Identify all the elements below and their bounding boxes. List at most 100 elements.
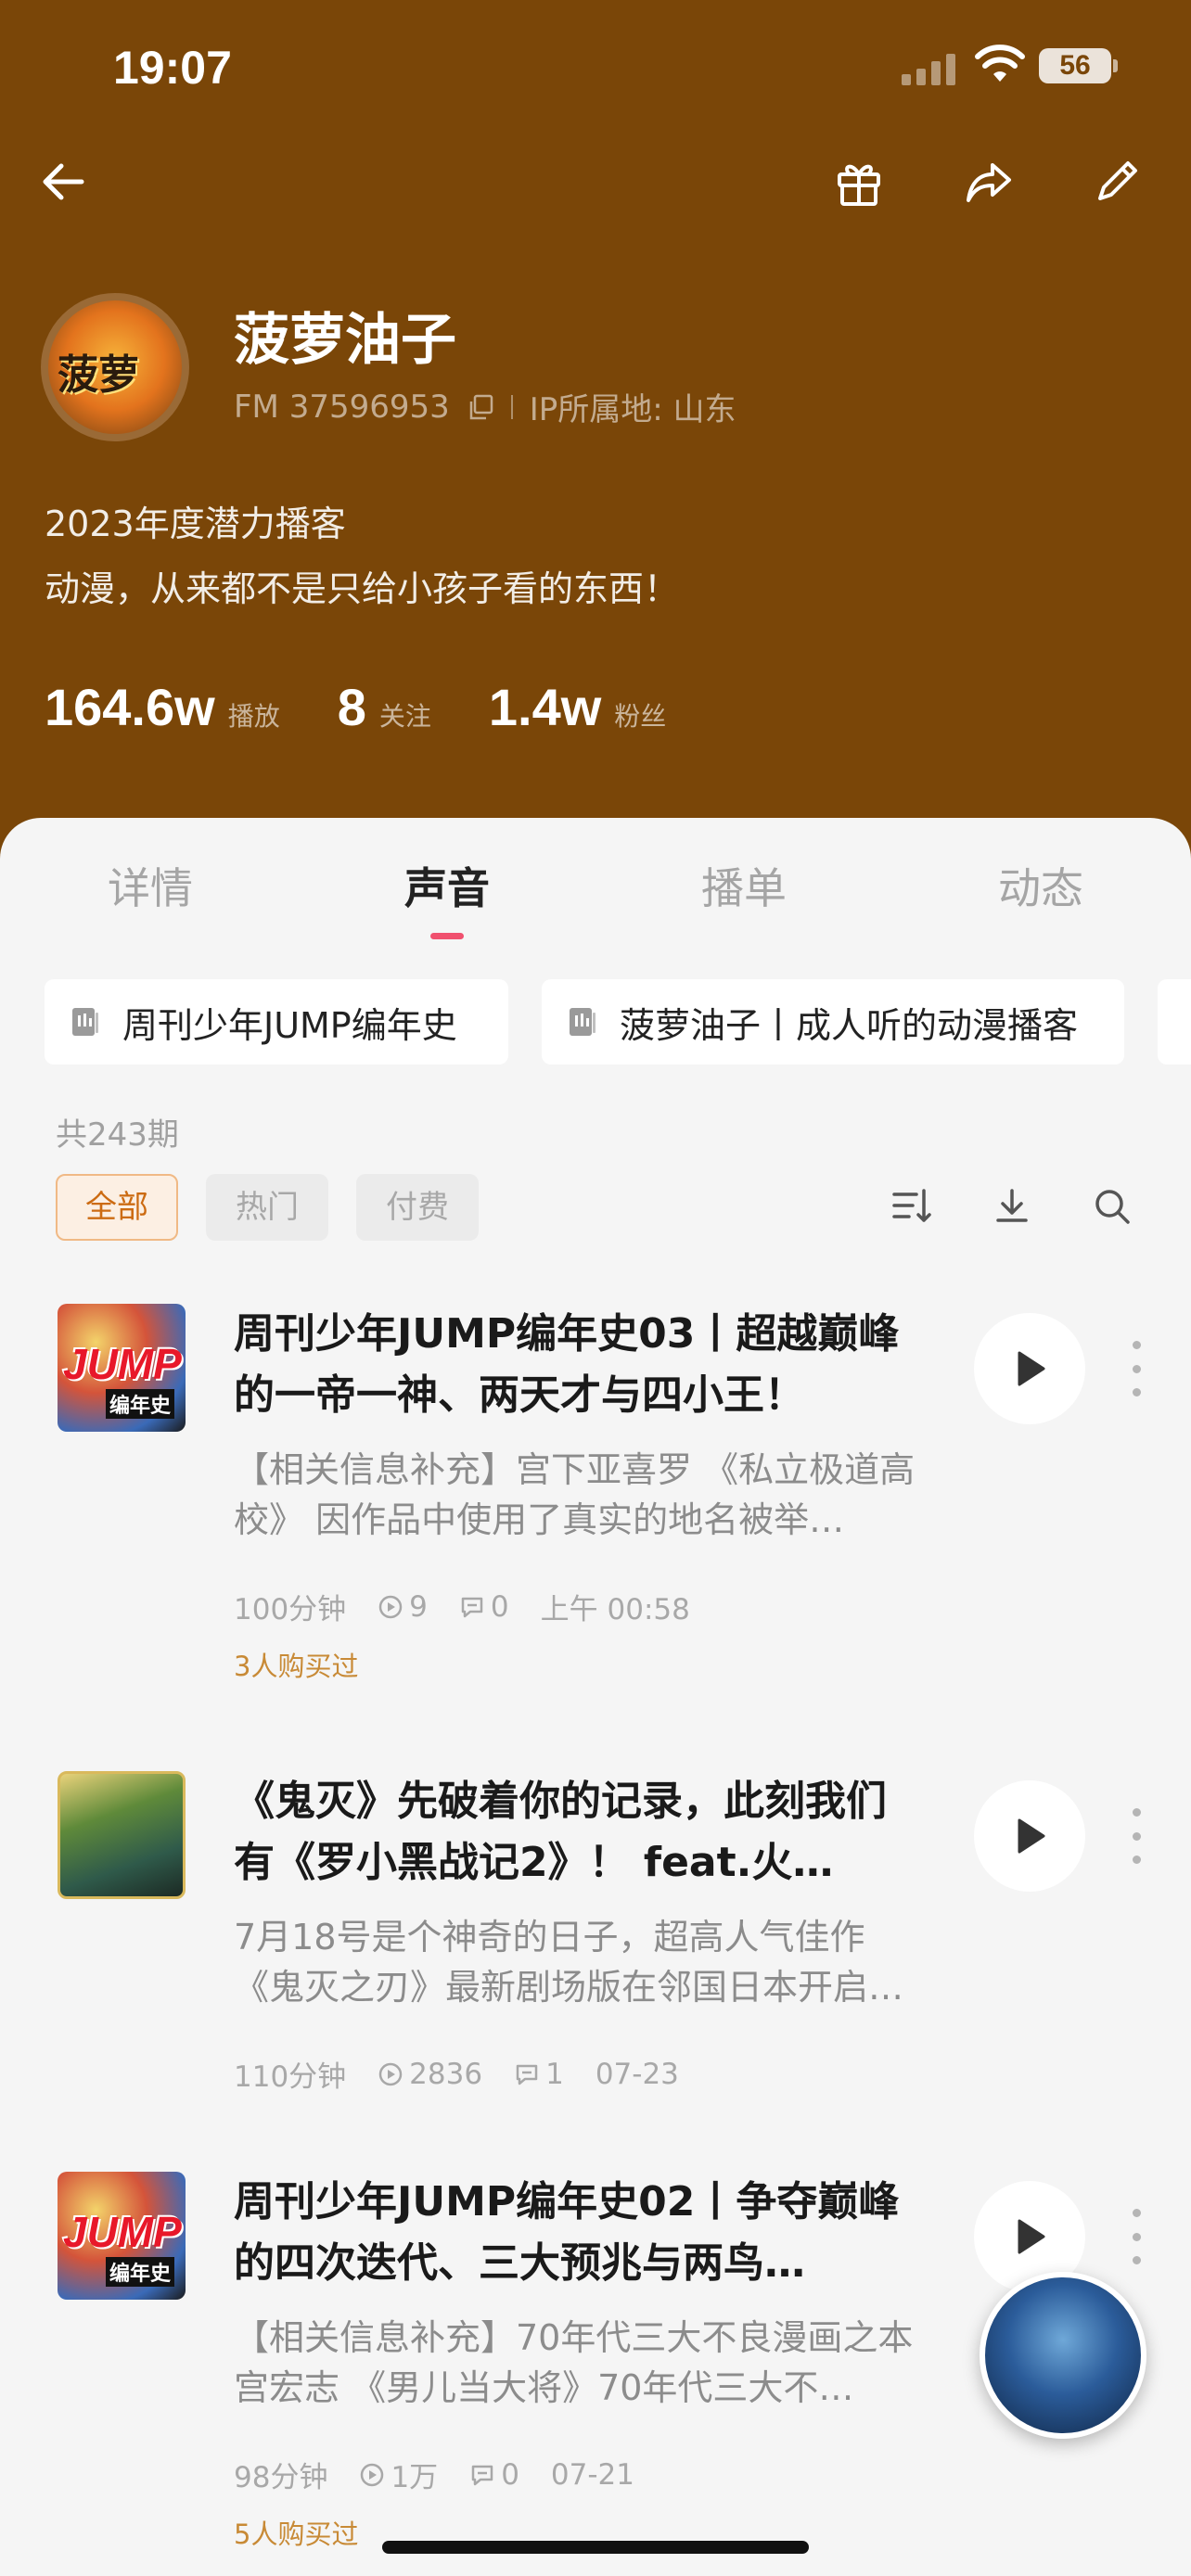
cover-subtext: 编年史 <box>106 2257 175 2287</box>
search-icon[interactable] <box>1082 1176 1143 1237</box>
edit-pencil-icon[interactable] <box>1083 148 1150 215</box>
album-chip-label: 周刊少年JUMP编年史 <box>122 1004 457 1046</box>
stat-value: 1.4w <box>488 678 602 736</box>
episode-cover[interactable]: JUMP 编年史 <box>58 1304 186 1432</box>
comment-count: 0 <box>459 1590 509 1624</box>
episode-duration: 98分钟 <box>234 2461 328 2494</box>
episode-time: 07-23 <box>595 2057 679 2091</box>
purchase-count: 5人购买过 <box>234 2519 359 2550</box>
meta-divider <box>510 394 513 419</box>
sort-icon[interactable] <box>881 1176 942 1237</box>
episode-duration: 110分钟 <box>234 2060 347 2094</box>
home-indicator <box>382 2541 809 2554</box>
battery-icon: 56 <box>1039 48 1118 83</box>
tab-playlists[interactable]: 播单 <box>651 855 837 916</box>
album-chip[interactable]: 周刊少年JUMP编年史 <box>45 979 508 1065</box>
episode-cover[interactable] <box>58 1771 186 1899</box>
comment-count: 1 <box>514 2058 564 2091</box>
share-icon[interactable] <box>955 148 1022 215</box>
play-icon <box>1018 1351 1045 1386</box>
cover-subtext: 编年史 <box>106 1389 175 1419</box>
gift-icon[interactable] <box>826 148 892 215</box>
cover-text: JUMP <box>63 2208 182 2256</box>
play-icon <box>1018 1818 1045 1854</box>
more-options-button[interactable] <box>1122 2209 1150 2264</box>
episode-duration: 100分钟 <box>234 1593 347 1626</box>
active-tab-indicator <box>430 933 464 939</box>
download-icon[interactable] <box>981 1176 1043 1237</box>
play-count-icon <box>361 2463 384 2486</box>
episode-meta: 110分钟 2836 1 07-23 <box>234 2053 711 2095</box>
stat-value: 164.6w <box>45 678 215 736</box>
stat-label: 播放 <box>227 701 280 732</box>
back-arrow-icon[interactable] <box>30 148 96 215</box>
stat-followers[interactable]: 1.4w 粉丝 <box>489 677 666 737</box>
album-chips: 周刊少年JUMP编年史 菠萝油子丨成人听的动漫播客 <box>45 979 1191 1065</box>
tab-feed[interactable]: 动态 <box>948 855 1133 916</box>
episode-title[interactable]: 周刊少年JUMP编年史03丨超越巅峰的一帝一神、两天才与四小王！ <box>234 1304 920 1426</box>
comment-count-value: 1 <box>545 2057 564 2091</box>
play-count: 9 <box>378 1590 428 1624</box>
episode-count: 共243期 <box>56 1116 179 1154</box>
ip-location: IP所属地: 山东 <box>529 391 736 428</box>
play-count-value: 1万 <box>391 2461 439 2494</box>
comment-count-value: 0 <box>501 2457 519 2492</box>
bio-badge: 2023年度潜力播客 <box>45 504 346 544</box>
album-chip-partial[interactable] <box>1158 979 1191 1065</box>
episode-meta: 98分钟 1万 0 07-21 <box>234 2454 666 2495</box>
more-options-button[interactable] <box>1122 1341 1150 1396</box>
play-button[interactable] <box>974 1313 1085 1424</box>
status-bar: 19:07 56 <box>0 0 1191 139</box>
comment-icon <box>516 2064 538 2085</box>
stat-following[interactable]: 8 关注 <box>338 677 431 737</box>
copy-icon[interactable] <box>467 393 494 421</box>
episode-desc: 【相关信息补充】70年代三大不良漫画之本宫宏志 《男儿当大将》70年代三大不… <box>234 2317 914 2408</box>
comment-count: 0 <box>469 2458 519 2492</box>
cellular-signal-icon <box>902 50 959 85</box>
comment-count-value: 0 <box>490 1589 509 1624</box>
avatar-logo-text: 菠萝 <box>58 351 139 399</box>
episode-time: 07-21 <box>550 2457 635 2492</box>
more-options-button[interactable] <box>1122 1808 1150 1864</box>
tab-bar: 详情 声音 播单 动态 <box>0 855 1191 948</box>
cover-text: JUMP <box>63 1340 182 1388</box>
bio-text: 动漫，从来都不是只给小孩子看的东西！ <box>45 568 680 609</box>
play-count: 2836 <box>378 2058 482 2091</box>
tab-details[interactable]: 详情 <box>58 855 243 916</box>
profile-header: 19:07 56 菠萝 菠萝油子 FM 37596953 IP所属地: 山东 2 <box>0 0 1191 872</box>
episode-cover[interactable]: JUMP 编年史 <box>58 2172 186 2300</box>
profile-meta: FM 37596953 IP所属地: 山东 <box>234 384 736 429</box>
filter-all[interactable]: 全部 <box>56 1174 178 1241</box>
play-count-value: 9 <box>409 1589 428 1624</box>
play-button[interactable] <box>974 1780 1085 1892</box>
episode-desc: 【相关信息补充】宫下亚喜罗 《私立极道高校》 因作品中使用了真实的地名被举… <box>234 1449 916 1540</box>
comment-icon <box>471 2465 493 2485</box>
play-count-icon <box>378 2062 403 2085</box>
episode-time: 上午 00:58 <box>540 1593 690 1626</box>
status-time: 19:07 <box>113 42 232 94</box>
episode-title[interactable]: 周刊少年JUMP编年史02丨争夺巅峰的四次迭代、三大预兆与两鸟… <box>234 2172 920 2294</box>
floating-player-button[interactable] <box>980 2272 1146 2439</box>
filter-paid[interactable]: 付费 <box>356 1174 479 1241</box>
album-icon <box>72 1008 98 1036</box>
profile-name: 菠萝油子 <box>234 308 456 373</box>
episode-title[interactable]: 《鬼灭》先破着你的记录，此刻我们有《罗小黑战记2》！ feat.火… <box>234 1771 920 1894</box>
stat-label: 粉丝 <box>614 701 667 732</box>
purchase-count: 3人购买过 <box>234 1651 359 1682</box>
play-count-icon <box>378 1595 403 1618</box>
play-icon <box>1018 2219 1045 2254</box>
album-chip[interactable]: 菠萝油子丨成人听的动漫播客 <box>542 979 1124 1065</box>
episode-desc: 7月18号是个神奇的日子，超高人气佳作《鬼灭之刃》最新剧场版在邻国日本开启… <box>234 1917 904 2008</box>
stat-label: 关注 <box>378 701 431 732</box>
avatar[interactable]: 菠萝 <box>41 293 189 441</box>
filter-hot[interactable]: 热门 <box>206 1174 328 1241</box>
play-count: 1万 <box>359 2454 438 2495</box>
play-count-value: 2836 <box>409 2057 483 2091</box>
fm-id: FM 37596953 <box>234 388 450 426</box>
album-icon <box>570 1008 596 1036</box>
comment-icon <box>461 1597 483 1617</box>
tab-audio[interactable]: 声音 <box>354 855 540 916</box>
album-chip-label: 菠萝油子丨成人听的动漫播客 <box>620 1004 1079 1046</box>
stat-plays: 164.6w 播放 <box>45 677 280 737</box>
stat-value: 8 <box>337 678 366 736</box>
